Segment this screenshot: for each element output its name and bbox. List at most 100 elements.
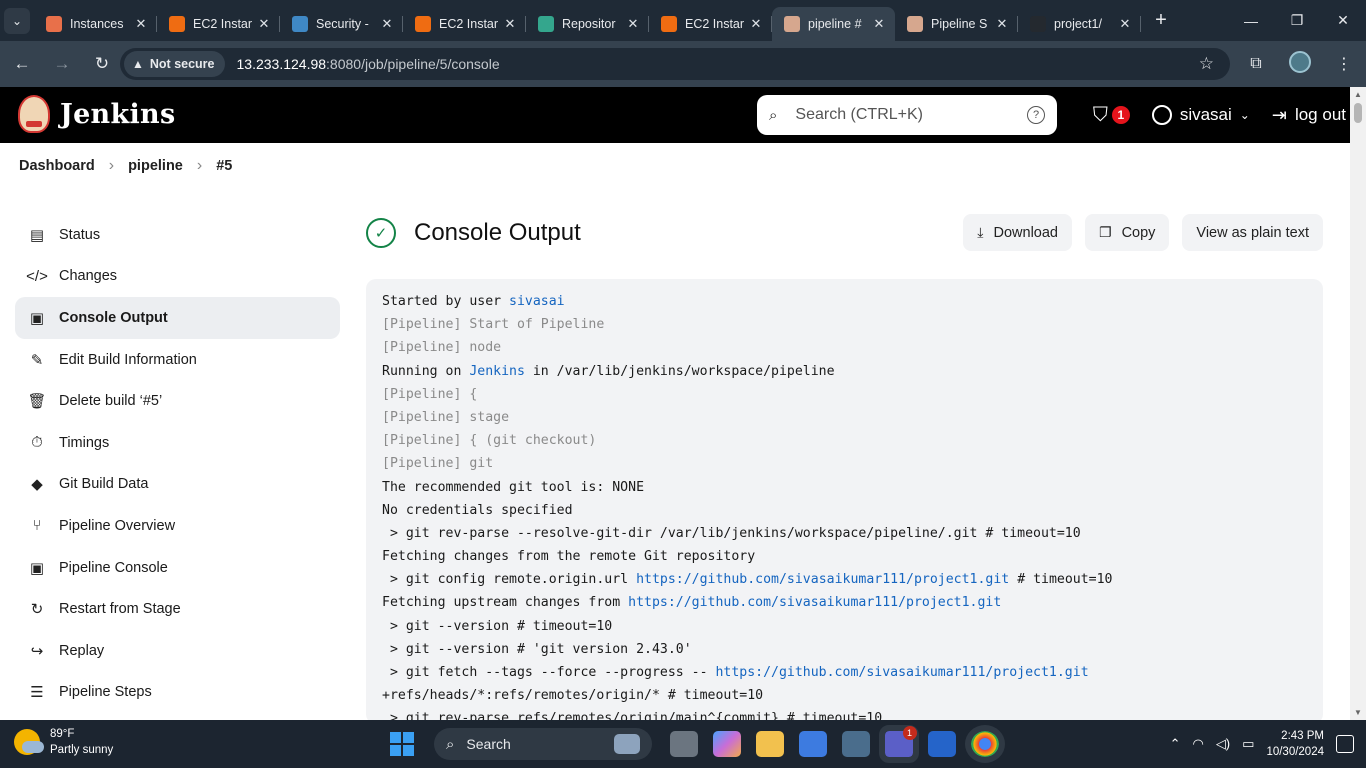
sidebar-item-status[interactable]: ▤ Status <box>15 214 340 256</box>
main-header: ✓ Console Output ⤓ Download ❐ Copy View as… <box>366 214 1323 256</box>
more-menu-icon[interactable]: ⋮ <box>1322 54 1366 74</box>
tab-close-icon[interactable]: ✕ <box>1117 16 1133 32</box>
scrollbar-thumb[interactable] <box>1354 103 1362 123</box>
snipping-tool-icon[interactable] <box>927 731 956 757</box>
microsoft-store-icon[interactable] <box>798 731 827 757</box>
sidebar-item-pipeline-steps[interactable]: ☰ Pipeline Steps <box>15 672 340 714</box>
tab-search-button[interactable]: ⌄ <box>0 0 34 41</box>
breadcrumb-dashboard[interactable]: Dashboard <box>19 158 95 174</box>
url-host: 13.233.124.98 <box>236 56 327 72</box>
console-line: > git fetch --tags --force --progress --… <box>382 661 1307 684</box>
console-link[interactable]: Jenkins <box>469 364 525 379</box>
browser-tab[interactable]: EC2 Instar ✕ <box>157 7 280 41</box>
address-bar[interactable]: ▲ Not secure 13.233.124.98:8080/job/pipe… <box>120 48 1230 80</box>
sidebar-item-pipeline-overview[interactable]: ⑂ Pipeline Overview <box>15 505 340 547</box>
tab-close-icon[interactable]: ✕ <box>502 16 518 32</box>
toolbar-right: ⧉ ⋮ <box>1234 41 1366 87</box>
console-link[interactable]: https://github.com/sivasaikumar111/proje… <box>628 595 1001 610</box>
windows-start-icon[interactable] <box>390 732 414 756</box>
copilot-icon[interactable] <box>712 731 741 757</box>
breadcrumb-build[interactable]: #5 <box>216 158 232 174</box>
battery-icon[interactable]: ▭ <box>1242 736 1254 752</box>
forward-button[interactable]: → <box>44 46 80 82</box>
console-link[interactable]: https://github.com/sivasaikumar111/proje… <box>715 665 1088 680</box>
restore-icon[interactable]: ❐ <box>1274 0 1320 41</box>
stopwatch-icon: ⏱ <box>31 434 43 452</box>
clock[interactable]: 2:43 PM 10/30/2024 <box>1266 728 1324 760</box>
sidebar-item-restart-from-stage[interactable]: ↻ Restart from Stage <box>15 588 340 630</box>
browser-tab[interactable]: EC2 Instar ✕ <box>649 7 772 41</box>
back-button[interactable]: ← <box>4 46 40 82</box>
sidebar-item-label: Status <box>59 226 101 243</box>
help-icon[interactable]: ? <box>1027 106 1045 124</box>
view-plain-text-label: View as plain text <box>1196 224 1309 241</box>
browser-tab[interactable]: Instances ✕ <box>34 7 157 41</box>
tab-close-icon[interactable]: ✕ <box>625 16 641 32</box>
tab-close-icon[interactable]: ✕ <box>748 16 764 32</box>
page-scrollbar[interactable]: ▲ ▼ <box>1350 87 1366 720</box>
browser-tab[interactable]: project1/ ✕ <box>1018 7 1141 41</box>
console-link[interactable]: sivasai <box>509 294 565 309</box>
shield-icon: ⛉ <box>1092 103 1108 126</box>
sidebar-item-pipeline-console[interactable]: ▣ Pipeline Console <box>15 547 340 589</box>
scroll-down-icon[interactable]: ▼ <box>1350 708 1366 717</box>
file-explorer-icon[interactable] <box>755 731 784 757</box>
user-menu[interactable]: sivasai ⌄ <box>1151 105 1250 125</box>
sidebar-item-console-output[interactable]: ▣ Console Output <box>15 297 340 339</box>
tab-close-icon[interactable]: ✕ <box>379 16 395 32</box>
browser-tab[interactable]: pipeline # ✕ <box>772 6 895 41</box>
view-plain-text-button[interactable]: View as plain text <box>1182 214 1323 251</box>
weather-widget[interactable]: 89°F Partly sunny <box>14 726 113 758</box>
tab-close-icon[interactable]: ✕ <box>994 16 1010 32</box>
search-input[interactable]: Search (CTRL+K) <box>795 106 1027 124</box>
sidebar-item-label: Edit Build Information <box>59 351 197 368</box>
download-button[interactable]: ⤓ Download <box>963 214 1072 251</box>
task-view-icon[interactable] <box>669 731 698 757</box>
terminal-icon: ▣ <box>29 309 45 327</box>
breadcrumb-pipeline[interactable]: pipeline <box>128 158 183 174</box>
tab-close-icon[interactable]: ✕ <box>871 16 887 32</box>
url-text[interactable]: 13.233.124.98:8080/job/pipeline/5/consol… <box>237 56 500 72</box>
console-text: [Pipeline] { (git checkout) <box>382 433 597 449</box>
logout-button[interactable]: ⇥ log out <box>1272 105 1346 126</box>
sidebar-item-replay[interactable]: ↪ Replay <box>15 630 340 672</box>
security-alert-button[interactable]: ⛉ 1 <box>1093 104 1130 127</box>
tab-close-icon[interactable]: ✕ <box>133 16 149 32</box>
system-tray: ⌃ ◠ ◁) ▭ 2:43 PM 10/30/2024 <box>1170 720 1366 768</box>
scroll-up-icon[interactable]: ▲ <box>1350 90 1366 99</box>
minimize-icon[interactable]: — <box>1228 0 1274 41</box>
notification-icon[interactable] <box>1336 735 1354 753</box>
sidebar-item-git-build-data[interactable]: ◆ Git Build Data <box>15 464 340 506</box>
search-box[interactable]: ⌕ Search (CTRL+K) ? <box>757 95 1057 135</box>
console-link[interactable]: https://github.com/sivasaikumar111/proje… <box>636 572 1009 587</box>
not-secure-chip[interactable]: ▲ Not secure <box>124 51 225 77</box>
taskbar-search[interactable]: ⌕ Search <box>434 728 652 760</box>
sidebar-item-changes[interactable]: </> Changes <box>15 256 340 298</box>
chrome-icon[interactable] <box>964 725 1005 763</box>
browser-tab[interactable]: EC2 Instar ✕ <box>403 7 526 41</box>
bookmark-star-icon[interactable]: ☆ <box>1199 54 1214 74</box>
profile-avatar[interactable] <box>1278 50 1322 78</box>
wifi-icon[interactable]: ◠ <box>1192 736 1203 752</box>
browser-tab[interactable]: Repositor ✕ <box>526 7 649 41</box>
chevron-up-icon[interactable]: ⌃ <box>1170 736 1181 752</box>
sidebar-item-edit-build-information[interactable]: ✎ Edit Build Information <box>15 339 340 381</box>
sidebar-item-timings[interactable]: ⏱ Timings <box>15 422 340 464</box>
reload-button[interactable]: ↻ <box>84 46 120 82</box>
extensions-icon[interactable]: ⧉ <box>1234 55 1278 73</box>
console-text: [Pipeline] stage <box>382 409 510 425</box>
browser-tab[interactable]: Pipeline S ✕ <box>895 7 1018 41</box>
header-actions: ⛉ 1 sivasai ⌄ ⇥ log out <box>1093 87 1346 143</box>
sidebar-item-delete-build-5[interactable]: 🗑 Delete build ‘#5’ <box>15 380 340 422</box>
tab-close-icon[interactable]: ✕ <box>256 16 272 32</box>
close-window-icon[interactable]: ✕ <box>1320 0 1366 41</box>
new-tab-button[interactable]: + <box>1145 9 1177 32</box>
jenkins-logo[interactable]: Jenkins <box>18 95 175 133</box>
console-text: [Pipeline] Start of Pipeline <box>382 317 605 333</box>
volume-icon[interactable]: ◁) <box>1216 736 1230 752</box>
user-icon <box>1151 105 1172 125</box>
remote-desktop-icon[interactable] <box>841 731 870 757</box>
copy-button[interactable]: ❐ Copy <box>1085 214 1170 251</box>
browser-tab[interactable]: Security - ✕ <box>280 7 403 41</box>
teams-icon[interactable]: 1 <box>878 725 919 763</box>
